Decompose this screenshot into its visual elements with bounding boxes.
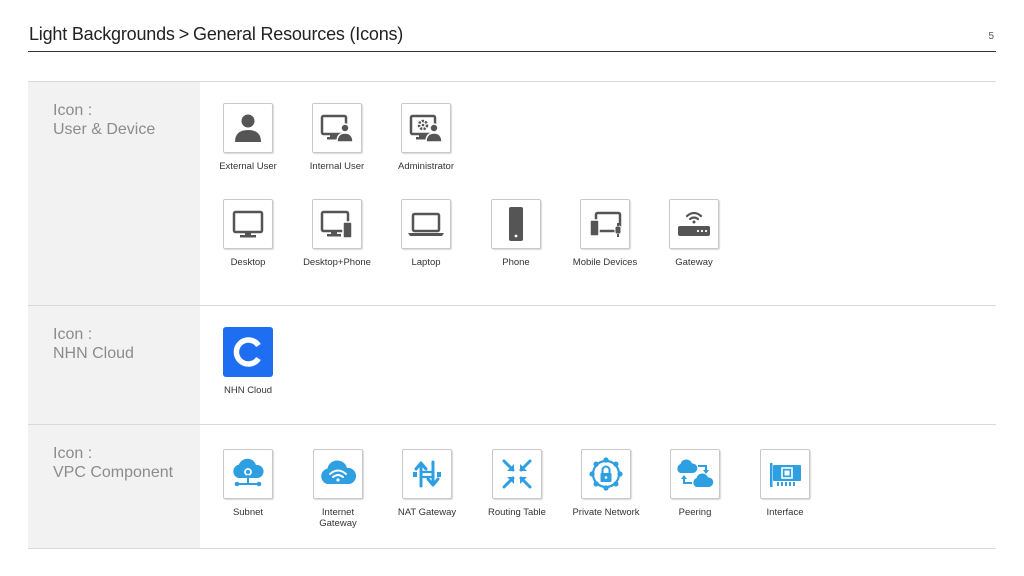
icon-tile-nhn-cloud: NHN Cloud: [203, 327, 293, 396]
phone-icon: [491, 199, 541, 249]
administrator-icon: [401, 103, 451, 153]
interface-icon: [760, 449, 810, 499]
internet-gateway-icon: [313, 449, 363, 499]
icon-tile-peering: Peering: [650, 449, 740, 518]
icon-tile-phone: Phone: [471, 199, 561, 268]
icon-label: Administrator: [398, 161, 454, 172]
icon-label: Laptop: [411, 257, 441, 268]
section-vpc-component: Icon : VPC Component Subnet Internet Gat…: [28, 424, 996, 549]
internal-user-icon: [312, 103, 362, 153]
icon-label: Private Network: [572, 507, 640, 518]
icon-tile-desktop-phone: Desktop+Phone: [292, 199, 382, 268]
icon-tile-private-network: Private Network: [561, 449, 651, 518]
mobile-devices-icon: [580, 199, 630, 249]
section-label-title: VPC Component: [53, 464, 174, 481]
icon-label: Gateway: [675, 257, 713, 268]
icon-tile-nat-gateway: NAT Gateway: [382, 449, 472, 518]
icon-label: Routing Table: [488, 507, 546, 518]
icon-label: Phone: [502, 257, 530, 268]
icon-tile-administrator: Administrator: [381, 103, 471, 172]
icon-tile-internet-gateway: Internet Gateway: [293, 449, 383, 529]
laptop-icon: [401, 199, 451, 249]
breadcrumb-current: General Resources (Icons): [193, 24, 404, 44]
section-label-prefix: Icon :: [53, 326, 93, 343]
icon-tile-subnet: Subnet: [203, 449, 293, 518]
breadcrumb-separator: >: [178, 24, 190, 44]
icon-label: Desktop+Phone: [303, 257, 371, 268]
icon-label: Subnet: [232, 507, 264, 518]
nat-gateway-icon: [402, 449, 452, 499]
icon-tile-internal-user: Internal User: [292, 103, 382, 172]
gateway-icon: [669, 199, 719, 249]
subnet-icon: [223, 449, 273, 499]
desktop-icon: [223, 199, 273, 249]
title-divider: [28, 51, 996, 52]
icon-tile-laptop: Laptop: [381, 199, 471, 268]
icon-tile-interface: Interface: [740, 449, 830, 518]
icon-label: Mobile Devices: [572, 257, 638, 268]
section-label-title: User & Device: [53, 121, 156, 138]
section-label-title: NHN Cloud: [53, 345, 134, 362]
icon-tile-gateway: Gateway: [649, 199, 739, 268]
icon-label: Internet Gateway: [319, 507, 357, 529]
icon-label: Interface: [766, 507, 804, 518]
external-user-icon: [223, 103, 273, 153]
section-label-prefix: Icon :: [53, 445, 93, 462]
desktop-phone-icon: [312, 199, 362, 249]
icon-label: NAT Gateway: [397, 507, 457, 518]
page-number: 5: [988, 31, 994, 42]
section-sidebar: Icon : NHN Cloud: [28, 306, 200, 424]
page-title: Light Backgrounds > General Resources (Ico…: [29, 24, 403, 45]
icon-tile-external-user: External User: [203, 103, 293, 172]
nhn-cloud-logo-icon: [223, 327, 273, 377]
section-label-prefix: Icon :: [53, 102, 93, 119]
section-nhn-cloud: Icon : NHN Cloud NHN Cloud: [28, 305, 996, 424]
icon-tile-mobile-devices: Mobile Devices: [560, 199, 650, 268]
section-sidebar: Icon : VPC Component: [28, 425, 200, 548]
icon-tile-desktop: Desktop: [203, 199, 293, 268]
icon-tile-routing-table: Routing Table: [472, 449, 562, 518]
icon-label: Peering: [678, 507, 712, 518]
breadcrumb-parent: Light Backgrounds: [29, 24, 175, 44]
private-network-icon: [581, 449, 631, 499]
icon-label: Desktop: [230, 257, 266, 268]
section-user-device: Icon : User & Device External User Inter…: [28, 81, 996, 305]
section-sidebar: Icon : User & Device: [28, 82, 200, 305]
icon-label: Internal User: [309, 161, 365, 172]
icon-label: NHN Cloud: [223, 385, 273, 396]
icon-label: External User: [219, 161, 277, 172]
peering-icon: [670, 449, 720, 499]
routing-table-icon: [492, 449, 542, 499]
